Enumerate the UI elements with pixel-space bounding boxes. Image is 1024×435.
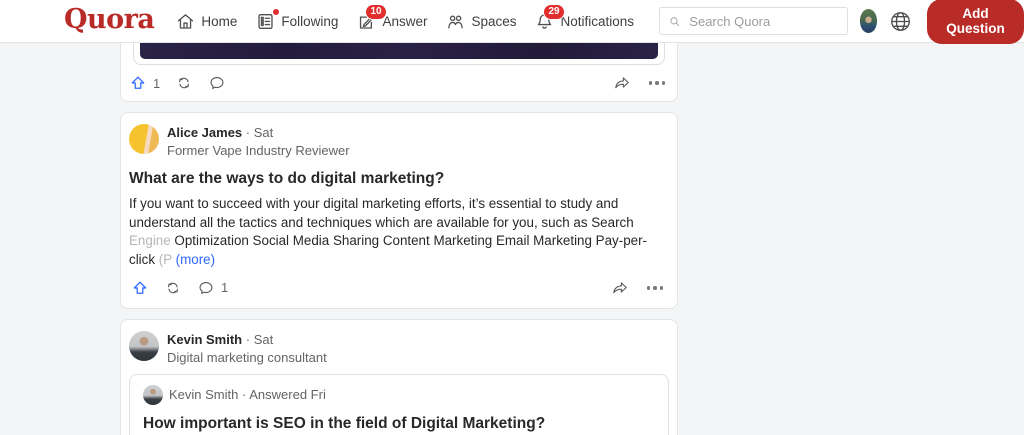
card1-actions-right — [613, 74, 665, 92]
notifications-icon: 29 — [534, 3, 565, 32]
quora-logo[interactable]: Quora — [64, 6, 155, 36]
author-name[interactable]: Alice James — [167, 125, 242, 140]
share-icon — [614, 77, 629, 89]
nav-item-following[interactable]: Following — [246, 7, 347, 32]
more-link[interactable]: (more) — [176, 252, 215, 267]
nav-label-following: Following — [281, 13, 339, 29]
feed-card-answer: Kevin Smith · Sat Digital marketing cons… — [120, 318, 678, 435]
repost-button[interactable] — [164, 279, 182, 297]
feed-card-question: Alice James · Sat Former Vape Industry R… — [120, 112, 678, 309]
comment-button[interactable]: 1 — [197, 279, 228, 297]
post-time: Sat — [253, 125, 274, 140]
main-nav: Home Following 10 Answer Spaces 29 Notif… — [166, 3, 643, 32]
add-question-button[interactable]: Add Question — [927, 0, 1024, 44]
feed-area: 1 Alice James · Sat Former Vape Industry… — [0, 43, 1024, 435]
feed-card-post-image: 1 — [120, 43, 678, 102]
notifications-badge: 29 — [543, 3, 565, 20]
post-preview-box — [133, 43, 665, 65]
alice-avatar[interactable] — [129, 124, 159, 154]
user-avatar[interactable] — [859, 9, 878, 33]
share-button[interactable] — [613, 74, 631, 92]
nav-label-notifications: Notifications — [560, 13, 635, 29]
comment-button[interactable] — [208, 74, 226, 92]
search-input[interactable] — [687, 12, 839, 30]
nav-label-answer: Answer — [382, 13, 428, 29]
more-dots-icon — [648, 81, 665, 85]
answer-question-title[interactable]: How important is SEO in the field of Dig… — [143, 414, 655, 434]
repost-icon — [179, 77, 190, 89]
author-name[interactable]: Kevin Smith — [167, 332, 242, 347]
nav-item-home[interactable]: Home — [166, 11, 246, 32]
top-navbar: Quora Home Following 10 Answer Spaces 29… — [0, 0, 1024, 44]
kevin-avatar[interactable] — [129, 330, 159, 361]
answer-icon: 10 — [356, 3, 387, 32]
share-icon — [612, 282, 627, 294]
share-button[interactable] — [611, 279, 629, 297]
repost-button[interactable] — [175, 74, 193, 92]
answer-author-name: Kevin Smith — [169, 387, 239, 403]
comment-icon — [199, 281, 213, 294]
nav-item-notifications[interactable]: 29 Notifications — [525, 3, 643, 32]
answer-badge: 10 — [365, 3, 387, 20]
more-options-button[interactable] — [646, 286, 663, 290]
more-options-button[interactable] — [648, 81, 665, 85]
upvote-button[interactable]: 1 — [129, 74, 160, 92]
answer-preview-box: Kevin Smith · Answered Fri How important… — [129, 373, 669, 435]
upvote-icon — [133, 281, 147, 294]
nav-item-spaces[interactable]: Spaces — [436, 11, 525, 32]
card1-action-bar: 1 — [121, 65, 677, 99]
author-credential: Former Vape Industry Reviewer — [167, 143, 350, 158]
upvote-icon — [131, 76, 145, 89]
search-icon — [670, 16, 680, 26]
nav-label-home: Home — [201, 13, 238, 29]
home-icon — [175, 11, 196, 32]
header-right-cluster: Add Question — [859, 0, 1024, 44]
author-credential: Digital marketing consultant — [167, 349, 327, 365]
answer-author-row[interactable]: Kevin Smith · Answered Fri — [143, 384, 655, 405]
spaces-icon — [445, 11, 466, 32]
card2-actions-right — [611, 279, 663, 297]
nav-item-answer[interactable]: 10 Answer — [347, 3, 436, 32]
question-title[interactable]: What are the ways to do digital marketin… — [129, 169, 669, 189]
author-row: Alice James · Sat Former Vape Industry R… — [129, 124, 669, 158]
upvote-button[interactable] — [131, 279, 149, 297]
upvote-count: 1 — [153, 75, 161, 91]
nav-label-spaces: Spaces — [471, 13, 517, 29]
post-image[interactable] — [140, 43, 658, 59]
repost-icon — [168, 282, 178, 294]
kevin-avatar-small — [143, 384, 163, 405]
language-globe-icon[interactable] — [888, 9, 913, 34]
post-time: Sat — [253, 331, 274, 347]
following-icon — [255, 7, 281, 32]
comment-icon — [210, 76, 224, 89]
comment-count: 1 — [221, 280, 229, 296]
card2-action-bar: 1 — [129, 270, 669, 304]
following-new-dot — [272, 7, 281, 16]
search-box[interactable] — [659, 7, 848, 35]
more-dots-icon — [646, 286, 663, 290]
feed-column: 1 Alice James · Sat Former Vape Industry… — [120, 43, 678, 435]
author-row: Kevin Smith · Sat Digital marketing cons… — [129, 330, 669, 365]
answer-time: Answered Fri — [249, 387, 326, 403]
question-body: If you want to succeed with your digital… — [129, 196, 648, 268]
